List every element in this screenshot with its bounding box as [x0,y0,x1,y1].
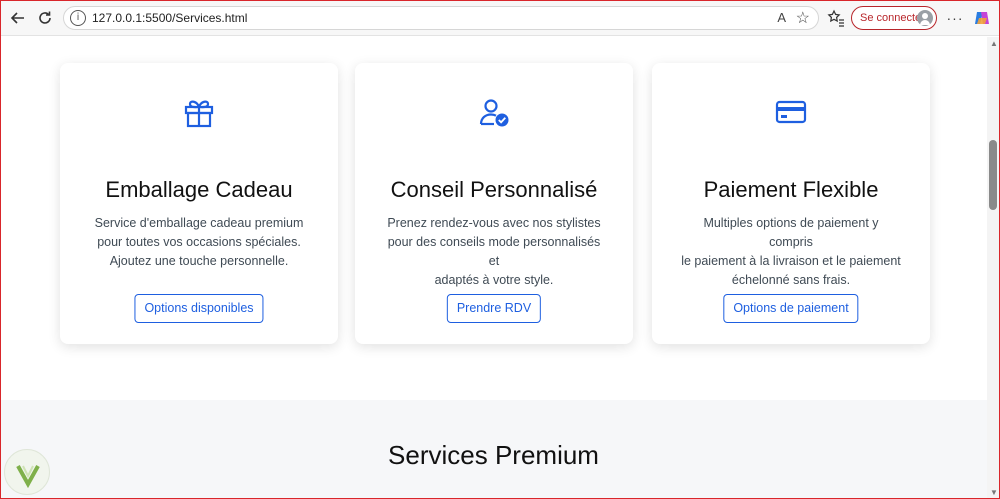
reload-icon[interactable] [35,8,55,28]
card-title: Paiement Flexible [703,177,879,202]
favorites-icon[interactable] [826,8,846,28]
premium-section: Services Premium [0,400,987,499]
section-title: Services Premium [388,440,599,470]
watermark-logo [4,449,50,495]
card-description: Multiples options de paiement y compris … [681,216,901,287]
signin-label: Se connecter [860,12,925,24]
service-card-advice: Conseil Personnalisé Prenez rendez-vous … [355,63,633,344]
user-check-icon [477,95,511,129]
signin-button[interactable]: Se connecter [851,6,937,30]
favorite-star-icon[interactable]: ☆ [796,8,810,28]
info-icon[interactable]: i [70,10,86,26]
url-text[interactable]: 127.0.0.1:5500/Services.html [92,11,247,25]
avatar-icon [917,10,933,26]
gift-icon [182,95,216,129]
more-icon[interactable]: ··· [944,8,966,28]
copilot-icon[interactable] [972,8,992,28]
address-bar[interactable]: i 127.0.0.1:5500/Services.html A ☆ [63,6,819,30]
card-description: Prenez rendez-vous avec nos stylistes po… [387,216,601,287]
page-scrollbar[interactable]: ▲ ▼ [987,37,1000,499]
page-viewport: Emballage Cadeau Service d'emballage cad… [0,37,987,499]
scrollbar-thumb[interactable] [989,140,997,210]
scroll-up-icon[interactable]: ▲ [990,39,998,48]
prendre-rdv-button[interactable]: Prendre RDV [446,294,542,323]
card-description: Service d'emballage cadeau premium pour … [94,216,304,268]
options-de-paiement-button[interactable]: Options de paiement [723,294,859,323]
read-aloud-icon[interactable]: A [777,10,786,25]
service-card-gift: Emballage Cadeau Service d'emballage cad… [60,63,338,344]
card-title: Conseil Personnalisé [390,177,598,202]
service-card-payment: Paiement Flexible Multiples options de p… [652,63,930,344]
scroll-down-icon[interactable]: ▼ [990,488,998,497]
browser-toolbar: i 127.0.0.1:5500/Services.html A ☆ Se co… [0,0,1000,36]
back-icon[interactable] [8,8,28,28]
card-title: Emballage Cadeau [105,177,293,202]
credit-card-icon [774,95,808,129]
options-disponibles-button[interactable]: Options disponibles [134,294,264,323]
